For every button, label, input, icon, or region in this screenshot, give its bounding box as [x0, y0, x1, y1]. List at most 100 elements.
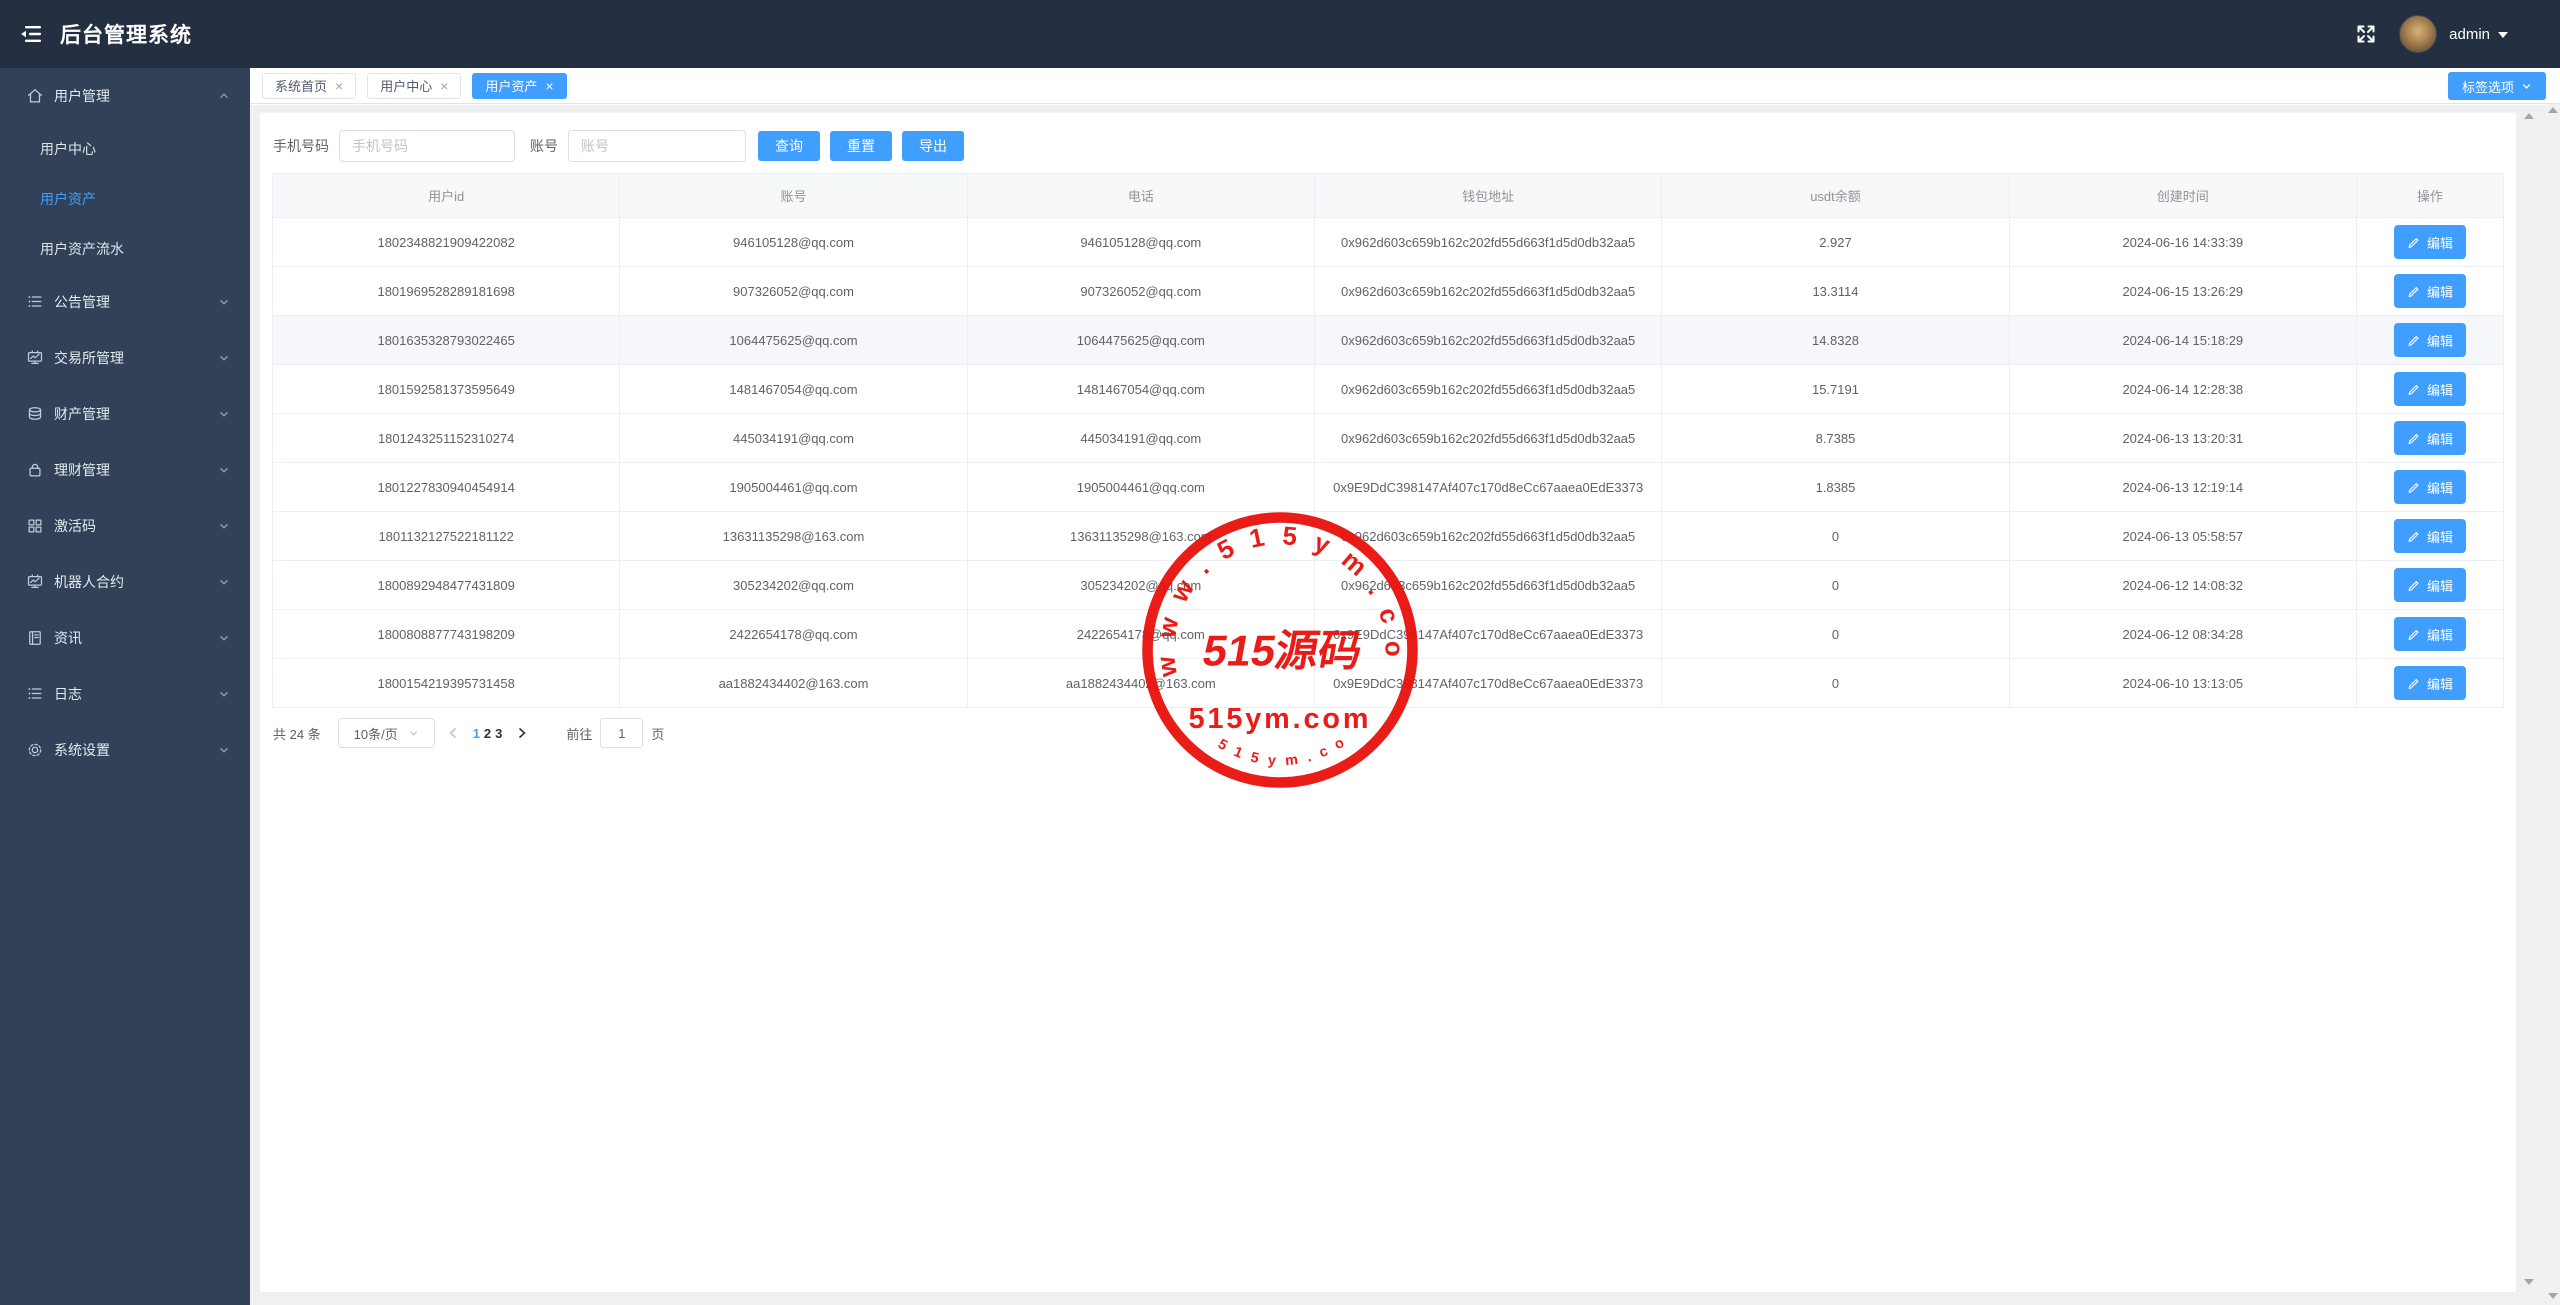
edit-pencil-icon — [2407, 529, 2421, 543]
sidebar-group-label: 激活码 — [54, 516, 96, 536]
sidebar-group-property-management[interactable]: 财产管理 — [0, 386, 250, 442]
prev-page-icon[interactable] — [447, 726, 459, 740]
chart-board-icon — [26, 349, 44, 367]
goto-page-input[interactable] — [600, 718, 643, 748]
table-cell: 1800808877743198209 — [273, 610, 620, 658]
edit-button[interactable]: 编辑 — [2394, 519, 2466, 553]
edit-button[interactable]: 编辑 — [2394, 617, 2466, 651]
table-cell: 2024-06-16 14:33:39 — [2010, 218, 2357, 266]
home-icon — [26, 87, 44, 105]
scrollbar-up-icon[interactable] — [2548, 107, 2558, 113]
table-cell: 1481467054@qq.com — [968, 365, 1315, 413]
sidebar-group-label: 系统设置 — [54, 740, 110, 760]
table-cell: 1802348821909422082 — [273, 218, 620, 266]
table-cell-actions: 编辑 — [2357, 218, 2503, 266]
user-name[interactable]: admin — [2449, 26, 2490, 43]
content-area: 手机号码 账号 查询 重置 导出 用户id账号电话钱包地址usdt余额创建时间操… — [250, 105, 2560, 1305]
gear-icon — [26, 741, 44, 759]
table-cell: 1800892948477431809 — [273, 561, 620, 609]
sidebar-item-user-asset-flow[interactable]: 用户资产流水 — [0, 224, 250, 274]
tab-user-center[interactable]: 用户中心× — [367, 73, 461, 99]
table-row: 1802348821909422082946105128@qq.com94610… — [273, 218, 2503, 267]
table-row: 18012278309404549141905004461@qq.com1905… — [273, 463, 2503, 512]
page-number-2[interactable]: 2 — [484, 726, 491, 741]
table-cell: 2024-06-14 12:28:38 — [2010, 365, 2357, 413]
next-page-icon[interactable] — [516, 726, 528, 740]
phone-label: 手机号码 — [273, 136, 329, 156]
table-row: 1801243251152310274445034191@qq.com44503… — [273, 414, 2503, 463]
edit-button-label: 编辑 — [2427, 625, 2453, 644]
page-number-3[interactable]: 3 — [495, 726, 502, 741]
chevron-down-icon — [218, 520, 230, 532]
table-cell: 445034191@qq.com — [968, 414, 1315, 462]
edit-button-label: 编辑 — [2427, 380, 2453, 399]
table-cell: 1801243251152310274 — [273, 414, 620, 462]
tab-user-assets[interactable]: 用户资产× — [472, 73, 566, 99]
scrollbar-down-icon[interactable] — [2548, 1293, 2558, 1299]
table-row: 1800154219395731458aa1882434402@163.coma… — [273, 659, 2503, 708]
page-number-1[interactable]: 1 — [473, 726, 480, 741]
table-cell: 1801592581373595649 — [273, 365, 620, 413]
tag-options-button[interactable]: 标签选项 — [2448, 72, 2546, 100]
edit-button[interactable]: 编辑 — [2394, 421, 2466, 455]
user-menu-caret-icon[interactable] — [2498, 32, 2508, 38]
sidebar-group-exchange-management[interactable]: 交易所管理 — [0, 330, 250, 386]
edit-button[interactable]: 编辑 — [2394, 470, 2466, 504]
edit-pencil-icon — [2407, 578, 2421, 592]
sidebar-group-logs[interactable]: 日志 — [0, 666, 250, 722]
edit-button-label: 编辑 — [2427, 282, 2453, 301]
reset-button[interactable]: 重置 — [830, 131, 892, 161]
column-header: 钱包地址 — [1315, 174, 1662, 217]
app-title: 后台管理系统 — [60, 0, 192, 68]
sidebar-group-activation-code[interactable]: 激活码 — [0, 498, 250, 554]
edit-button[interactable]: 编辑 — [2394, 666, 2466, 700]
outer-scrollbar[interactable] — [2546, 104, 2560, 1305]
edit-button-label: 编辑 — [2427, 331, 2453, 350]
table-cell-actions: 编辑 — [2357, 561, 2503, 609]
table-cell: 1.8385 — [1662, 463, 2009, 511]
export-button[interactable]: 导出 — [902, 131, 964, 161]
edit-button[interactable]: 编辑 — [2394, 323, 2466, 357]
table-cell: 0 — [1662, 512, 2009, 560]
sidebar-group-user-management[interactable]: 用户管理 — [0, 68, 250, 124]
tab-close-icon[interactable]: × — [440, 79, 448, 93]
page-size-select[interactable]: 10条/页 — [338, 718, 435, 748]
edit-button[interactable]: 编辑 — [2394, 274, 2466, 308]
query-button[interactable]: 查询 — [758, 131, 820, 161]
table-cell: 907326052@qq.com — [968, 267, 1315, 315]
sidebar-group-news[interactable]: 资讯 — [0, 610, 250, 666]
fullscreen-icon[interactable] — [2355, 23, 2377, 45]
table-cell: 13.3114 — [1662, 267, 2009, 315]
table-cell: 2.927 — [1662, 218, 2009, 266]
bag-icon — [26, 461, 44, 479]
table-cell: 2422654178@qq.com — [620, 610, 967, 658]
sidebar-group-system-settings[interactable]: 系统设置 — [0, 722, 250, 778]
tab-home[interactable]: 系统首页× — [262, 73, 356, 99]
sidebar-item-user-center[interactable]: 用户中心 — [0, 124, 250, 174]
edit-button-label: 编辑 — [2427, 478, 2453, 497]
tab-close-icon[interactable]: × — [335, 79, 343, 93]
account-input[interactable] — [568, 130, 746, 162]
chevron-down-icon — [2521, 81, 2532, 92]
edit-button-label: 编辑 — [2427, 527, 2453, 546]
table-cell: 946105128@qq.com — [620, 218, 967, 266]
edit-button[interactable]: 编辑 — [2394, 568, 2466, 602]
phone-input[interactable] — [339, 130, 515, 162]
inner-scrollbar-down-icon[interactable] — [2524, 1279, 2534, 1285]
table-cell: 305234202@qq.com — [968, 561, 1315, 609]
sidebar-item-user-assets[interactable]: 用户资产 — [0, 174, 250, 224]
table-cell: 305234202@qq.com — [620, 561, 967, 609]
table-cell: 0x962d603c659b162c202fd55d663f1d5d0db32a… — [1315, 512, 1662, 560]
sidebar-group-robot-contract[interactable]: 机器人合约 — [0, 554, 250, 610]
table-cell: 0x9E9DdC398147Af407c170d8eCc67aaea0EdE33… — [1315, 610, 1662, 658]
avatar[interactable] — [2399, 15, 2437, 53]
chart-board-icon — [26, 573, 44, 591]
sidebar-group-wealth-management[interactable]: 理财管理 — [0, 442, 250, 498]
edit-button[interactable]: 编辑 — [2394, 372, 2466, 406]
sidebar-group-announcement-management[interactable]: 公告管理 — [0, 274, 250, 330]
tab-close-icon[interactable]: × — [545, 79, 553, 93]
menu-fold-icon[interactable] — [20, 25, 42, 43]
edit-button[interactable]: 编辑 — [2394, 225, 2466, 259]
inner-scrollbar-up-icon[interactable] — [2524, 113, 2534, 119]
table-cell: 0x9E9DdC398147Af407c170d8eCc67aaea0EdE33… — [1315, 659, 1662, 707]
